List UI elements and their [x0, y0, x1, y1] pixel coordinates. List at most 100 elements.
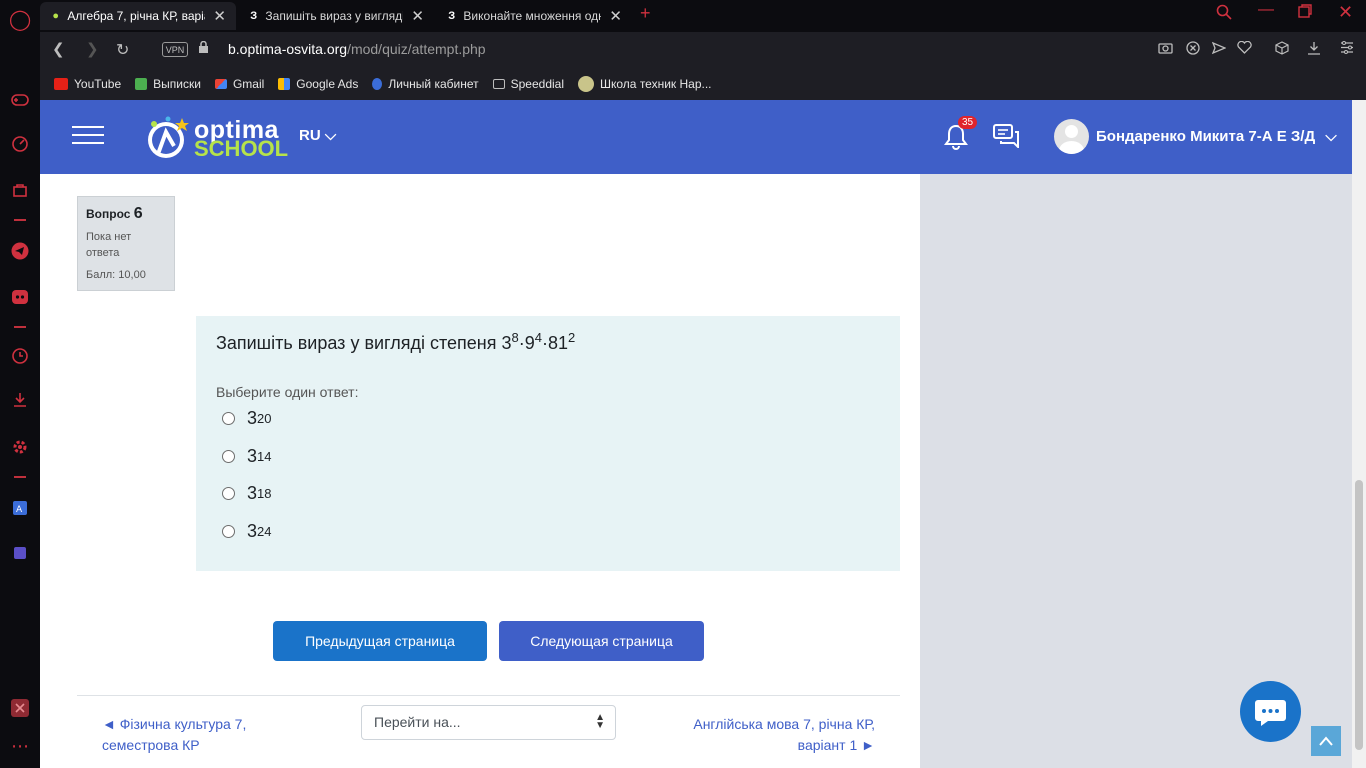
telegram-icon[interactable] — [10, 241, 30, 261]
optima-school-logo[interactable]: optima SCHOOL — [144, 116, 288, 161]
more-icon[interactable]: ⋯ — [10, 736, 30, 756]
reload-icon[interactable]: ↻ — [116, 40, 129, 60]
question-label: Вопрос — [86, 207, 131, 221]
download-icon[interactable] — [1307, 41, 1321, 58]
folder-icon — [492, 79, 505, 89]
bookmark-vypysky[interactable]: Выписки — [135, 77, 201, 91]
bookmark-google-ads[interactable]: Google Ads — [278, 77, 358, 91]
chevron-down-icon: ⌵ — [324, 127, 337, 144]
tab-multiply[interactable]: З Виконайте множення одно ✕ — [436, 2, 632, 30]
answer-radio[interactable] — [222, 525, 235, 538]
option-exp: 24 — [257, 524, 272, 539]
bookmark-school[interactable]: Школа техник Нар... — [578, 76, 712, 92]
extension-red-icon[interactable] — [10, 698, 30, 718]
menu-hamburger-icon[interactable] — [72, 126, 104, 146]
close-window-icon[interactable]: ✕ — [1338, 2, 1353, 23]
option-base: 3 — [247, 521, 258, 541]
settings-gear-icon[interactable] — [10, 437, 30, 457]
search-tabs-icon[interactable] — [1216, 4, 1232, 25]
tab-algebra[interactable]: ● Алгебра 7, річна КР, варіант ✕ — [40, 2, 236, 30]
answer-option[interactable]: 3 20 — [222, 408, 271, 429]
answer-radio[interactable] — [222, 450, 235, 463]
scroll-to-top-icon[interactable] — [1311, 726, 1341, 756]
web-page: optima SCHOOL RU ⌵ 35 Бондаренко Микита … — [40, 100, 1352, 768]
discord-icon[interactable] — [10, 287, 30, 307]
previous-activity-link[interactable]: ◄ Фізична культура 7, семестрова КР — [102, 714, 302, 756]
vpn-badge[interactable]: VPN — [162, 42, 188, 57]
close-tab-icon[interactable]: ✕ — [609, 7, 622, 25]
user-menu[interactable]: Бондаренко Микита 7-А Е З/Д ⌵ — [1096, 128, 1337, 145]
tab-title: Запишіть вираз у вигляді сте — [265, 9, 404, 23]
sidebar-separator — [14, 476, 26, 478]
heart-icon[interactable] — [1237, 40, 1252, 57]
language-label: RU — [299, 127, 321, 144]
page-scrollbar[interactable] — [1352, 100, 1366, 768]
history-icon[interactable] — [10, 346, 30, 366]
minimize-icon[interactable]: — — [1258, 1, 1274, 19]
jump-to-select[interactable]: Перейти на... ▲ ▼ — [361, 705, 616, 740]
speed-dial-icon[interactable] — [10, 134, 30, 154]
question-number: Вопрос 6 — [86, 205, 166, 223]
adblock-icon[interactable] — [1186, 41, 1200, 58]
restore-icon[interactable] — [1298, 4, 1312, 23]
bookmark-label: Школа техник Нар... — [600, 77, 712, 91]
answer-radio[interactable] — [222, 412, 235, 425]
qtext-part: Запишіть вираз у вигляді степеня 3 — [216, 333, 512, 353]
answer-option[interactable]: 3 14 — [222, 446, 271, 467]
language-selector[interactable]: RU ⌵ — [299, 127, 336, 144]
downloads-icon[interactable] — [10, 390, 30, 410]
bookmark-speeddial[interactable]: Speeddial — [492, 77, 564, 91]
easy-setup-icon[interactable] — [1340, 41, 1354, 57]
option-exp: 14 — [257, 449, 272, 464]
divider — [77, 695, 900, 696]
bookmark-youtube[interactable]: YouTube — [54, 77, 121, 91]
question-state: Пока нет ответа — [86, 231, 132, 259]
bookmarks-bar: YouTube Выписки Gmail Google Ads Личный … — [40, 68, 1366, 100]
answer-prompt: Выберите один ответ: — [216, 384, 359, 400]
translate-icon[interactable]: A — [10, 498, 30, 518]
messages-icon[interactable] — [993, 124, 1021, 150]
new-tab-plus-icon[interactable]: + — [640, 3, 651, 24]
chat-widget-button[interactable] — [1240, 681, 1301, 742]
bookmark-cabinet[interactable]: Личный кабинет — [372, 77, 479, 91]
chat-bubble-icon — [1255, 700, 1286, 726]
user-avatar[interactable] — [1054, 119, 1089, 154]
opera-logo-icon[interactable]: ◯ — [9, 9, 31, 31]
previous-page-button[interactable]: Предыдущая страница — [273, 621, 487, 661]
url-path: /mod/quiz/attempt.php — [347, 41, 486, 57]
qtext-exp: 2 — [568, 330, 576, 345]
question-content: Запишіть вираз у вигляді степеня 38·94·8… — [196, 316, 900, 571]
extension-icon[interactable] — [10, 543, 30, 563]
question-grade: Балл: 10,00 — [86, 269, 146, 281]
close-tab-icon[interactable]: ✕ — [213, 7, 226, 25]
shopping-icon[interactable] — [10, 180, 30, 200]
answer-option[interactable]: 3 18 — [222, 483, 271, 504]
next-activity-link[interactable]: Англійська мова 7, річна КР, варіант 1 ► — [660, 714, 875, 756]
option-base: 3 — [247, 483, 258, 503]
site-favicon-icon: ● — [52, 10, 60, 22]
send-icon[interactable] — [1211, 41, 1227, 58]
gamepad-icon[interactable] — [10, 90, 30, 110]
right-drawer-area — [920, 174, 1352, 768]
answer-radio[interactable] — [222, 487, 235, 500]
url-domain: b.optima-osvita.org — [228, 41, 348, 57]
url-field[interactable]: b.optima-osvita.org/mod/quiz/attempt.php — [228, 41, 486, 57]
tab-title: Алгебра 7, річна КР, варіант — [67, 9, 205, 23]
lock-icon[interactable] — [198, 40, 209, 57]
forward-icon[interactable]: ❯ — [86, 40, 99, 58]
browser-sidebar: ◯ A ⋯ — [0, 0, 40, 768]
scrollbar-thumb[interactable] — [1355, 480, 1363, 750]
camera-icon[interactable] — [1158, 41, 1173, 57]
box-icon[interactable] — [1275, 41, 1289, 58]
bookmark-label: Google Ads — [296, 77, 359, 91]
tab-strip: ● Алгебра 7, річна КР, варіант ✕ З Запиш… — [40, 0, 1366, 32]
sidebar-separator — [14, 326, 26, 328]
answer-option[interactable]: 3 24 — [222, 521, 271, 542]
tab-question[interactable]: З Запишіть вираз у вигляді сте ✕ — [238, 2, 434, 30]
question-info-box: Вопрос 6 Пока нет ответа Балл: 10,00 — [77, 196, 175, 291]
user-name: Бондаренко Микита 7-А Е З/Д — [1096, 128, 1316, 145]
next-page-button[interactable]: Следующая страница — [499, 621, 704, 661]
close-tab-icon[interactable]: ✕ — [411, 7, 424, 25]
back-icon[interactable]: ❮ — [52, 40, 65, 58]
bookmark-gmail[interactable]: Gmail — [214, 77, 264, 91]
